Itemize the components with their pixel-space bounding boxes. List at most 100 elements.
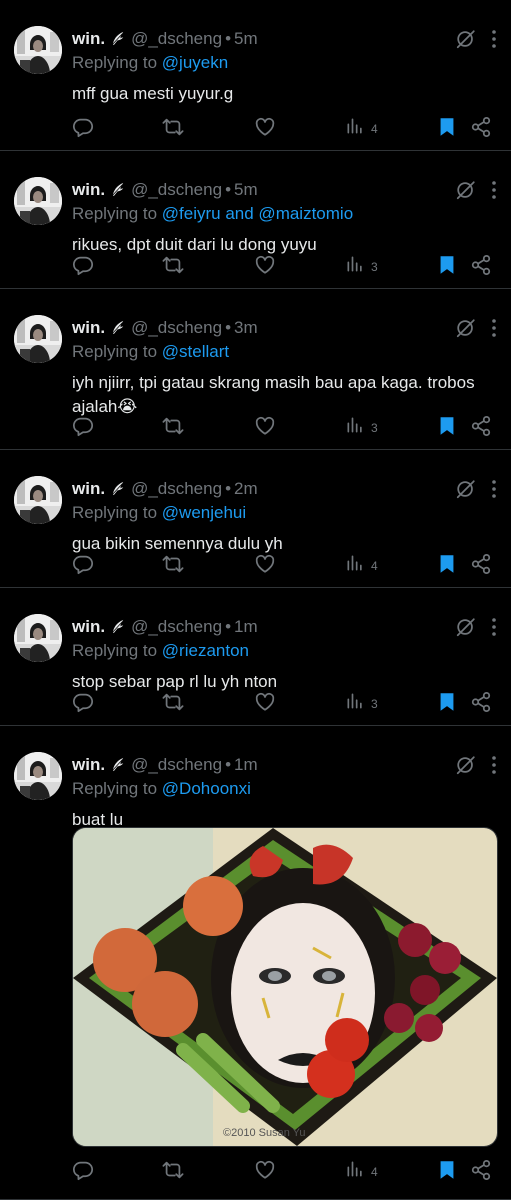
tweet-top-actions <box>455 754 497 781</box>
handle[interactable]: @_dscheng <box>131 755 222 774</box>
mention-link[interactable]: @stellart <box>162 342 229 361</box>
avatar[interactable] <box>14 177 62 225</box>
views-button[interactable]: 3 <box>345 254 378 279</box>
tweet-4[interactable]: win. @_dscheng • 2m Replying to @wenjehui gua… <box>0 450 511 588</box>
mention-link[interactable]: @juyekn <box>162 53 228 72</box>
timestamp[interactable]: 3m <box>234 318 258 337</box>
views-count: 4 <box>371 1164 378 1179</box>
views-count: 4 <box>371 558 378 573</box>
retweet-button[interactable] <box>162 116 184 143</box>
views-button[interactable]: 4 <box>345 1159 378 1184</box>
reply-button[interactable] <box>72 254 94 281</box>
grok-icon[interactable] <box>455 317 477 344</box>
tweet-header: win. @_dscheng • 5m <box>72 179 451 204</box>
retweet-button[interactable] <box>162 1159 184 1186</box>
tweet-2[interactable]: win. @_dscheng • 5m Replying to @feiyru and … <box>0 151 511 289</box>
display-name[interactable]: win. <box>72 180 105 199</box>
more-icon[interactable] <box>491 180 497 205</box>
mention-link[interactable]: @riezanton <box>162 641 249 660</box>
share-button[interactable] <box>470 415 492 442</box>
share-button[interactable] <box>470 691 492 718</box>
timestamp[interactable]: 5m <box>234 29 258 48</box>
separator: • <box>225 318 232 337</box>
more-icon[interactable] <box>491 755 497 780</box>
views-button[interactable]: 3 <box>345 415 378 440</box>
retweet-button[interactable] <box>162 691 184 718</box>
like-button[interactable] <box>254 116 276 143</box>
action-bar: 3 <box>72 254 499 278</box>
like-button[interactable] <box>254 254 276 281</box>
bookmark-button[interactable] <box>436 691 458 718</box>
display-name[interactable]: win. <box>72 755 105 774</box>
views-button[interactable]: 4 <box>345 553 378 578</box>
avatar[interactable] <box>14 614 62 662</box>
bookmark-button[interactable] <box>436 254 458 281</box>
mention-link[interactable]: @Dohoonxi <box>162 779 251 798</box>
display-name[interactable]: win. <box>72 479 105 498</box>
timestamp[interactable]: 1m <box>234 755 258 774</box>
handle[interactable]: @_dscheng <box>131 479 222 498</box>
share-button[interactable] <box>470 1159 492 1186</box>
handle[interactable]: @_dscheng <box>131 29 222 48</box>
like-button[interactable] <box>254 691 276 718</box>
views-button[interactable]: 3 <box>345 691 378 716</box>
tweet-3[interactable]: win. @_dscheng • 3m Replying to @stellart iyh… <box>0 289 511 450</box>
more-icon[interactable] <box>491 479 497 504</box>
reply-button[interactable] <box>72 553 94 580</box>
retweet-button[interactable] <box>162 553 184 580</box>
share-icon <box>470 1159 492 1186</box>
reply-button[interactable] <box>72 415 94 442</box>
mention-link[interactable]: @wenjehui <box>162 503 246 522</box>
bookmark-button[interactable] <box>436 116 458 143</box>
share-icon <box>470 553 492 580</box>
bookmark-button[interactable] <box>436 553 458 580</box>
grok-icon[interactable] <box>455 754 477 781</box>
like-button[interactable] <box>254 1159 276 1186</box>
retweet-button[interactable] <box>162 254 184 281</box>
grok-icon[interactable] <box>455 478 477 505</box>
timestamp[interactable]: 1m <box>234 617 258 636</box>
avatar[interactable] <box>14 476 62 524</box>
grok-icon[interactable] <box>455 28 477 55</box>
action-bar: 4 <box>72 553 499 577</box>
bookmark-icon <box>436 691 458 718</box>
like-button[interactable] <box>254 553 276 580</box>
share-button[interactable] <box>470 116 492 143</box>
more-icon[interactable] <box>491 617 497 642</box>
tweet-1[interactable]: win. @_dscheng • 5m Replying to @juyekn mff g… <box>0 0 511 151</box>
mention-link[interactable]: @feiyru and @maiztomio <box>162 204 353 223</box>
grok-icon[interactable] <box>455 616 477 643</box>
display-name[interactable]: win. <box>72 318 105 337</box>
display-name[interactable]: win. <box>72 29 105 48</box>
timestamp[interactable]: 5m <box>234 180 258 199</box>
handle[interactable]: @_dscheng <box>131 617 222 636</box>
display-name[interactable]: win. <box>72 617 105 636</box>
avatar[interactable] <box>14 752 62 800</box>
action-bar: 4 <box>72 116 499 140</box>
views-button[interactable]: 4 <box>345 116 378 141</box>
reply-icon <box>72 415 94 442</box>
reply-button[interactable] <box>72 116 94 143</box>
share-button[interactable] <box>470 553 492 580</box>
timestamp[interactable]: 2m <box>234 479 258 498</box>
more-icon[interactable] <box>491 29 497 54</box>
tweet-5[interactable]: win. @_dscheng • 1m Replying to @riezanton st… <box>0 588 511 726</box>
views-count: 3 <box>371 696 378 711</box>
more-icon[interactable] <box>491 318 497 343</box>
handle[interactable]: @_dscheng <box>131 318 222 337</box>
tweet-media-image[interactable]: ©2010 Susan Yu <box>72 827 498 1147</box>
bookmark-button[interactable] <box>436 1159 458 1186</box>
bookmark-button[interactable] <box>436 415 458 442</box>
reply-button[interactable] <box>72 1159 94 1186</box>
tweet-6[interactable]: win. @_dscheng • 1m Replying to @Dohoonxi bua… <box>0 726 511 1200</box>
avatar[interactable] <box>14 26 62 74</box>
grok-icon[interactable] <box>455 179 477 206</box>
retweet-button[interactable] <box>162 415 184 442</box>
share-button[interactable] <box>470 254 492 281</box>
reply-button[interactable] <box>72 691 94 718</box>
like-button[interactable] <box>254 415 276 442</box>
avatar[interactable] <box>14 315 62 363</box>
handle[interactable]: @_dscheng <box>131 180 222 199</box>
share-icon <box>470 116 492 143</box>
heart-icon <box>254 1159 276 1186</box>
